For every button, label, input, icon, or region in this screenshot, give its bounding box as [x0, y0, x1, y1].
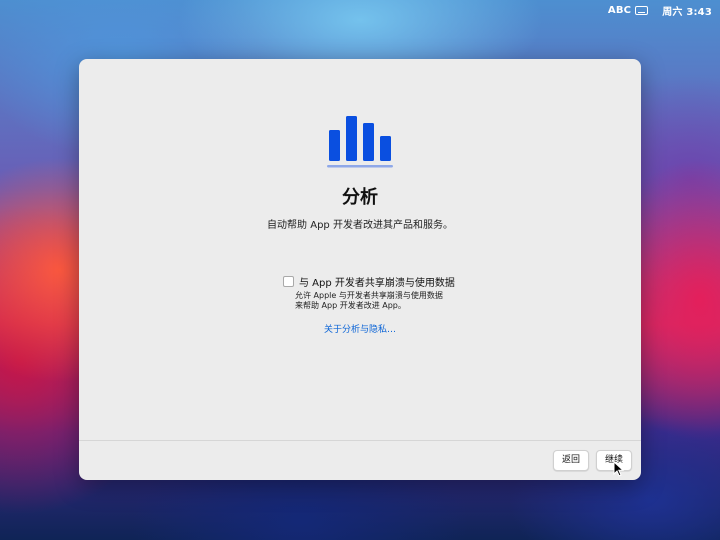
back-button[interactable]: 返回 — [553, 450, 589, 471]
footer-divider — [79, 440, 641, 441]
share-data-description-line1: 允许 Apple 与开发者共享崩溃与使用数据 — [295, 291, 443, 300]
privacy-link[interactable]: 关于分析与隐私… — [79, 322, 641, 335]
desktop-wallpaper: ABC 周六 3:43 分析 自动帮助 App 开发者改进其产品和服务。 与 A… — [0, 0, 720, 540]
share-data-checkbox[interactable] — [283, 276, 294, 287]
share-data-description-line2: 来帮助 App 开发者改进 App。 — [295, 301, 406, 310]
analytics-bar-chart-icon — [327, 116, 393, 168]
share-data-option[interactable]: 与 App 开发者共享崩溃与使用数据 — [283, 274, 455, 289]
share-data-description: 允许 Apple 与开发者共享崩溃与使用数据 来帮助 App 开发者改进 App… — [295, 291, 475, 311]
mouse-pointer-icon — [613, 461, 625, 477]
input-source-menu[interactable]: ABC — [607, 4, 649, 16]
setup-assistant-window: 分析 自动帮助 App 开发者改进其产品和服务。 与 App 开发者共享崩溃与使… — [79, 59, 641, 480]
keyboard-icon — [635, 5, 649, 15]
page-subtitle: 自动帮助 App 开发者改进其产品和服务。 — [267, 220, 453, 231]
page-title: 分析 — [342, 187, 378, 208]
input-source-label: ABC — [607, 4, 632, 16]
menu-bar: ABC 周六 3:43 — [0, 0, 720, 20]
menubar-clock[interactable]: 周六 3:43 — [662, 3, 712, 18]
share-data-label[interactable]: 与 App 开发者共享崩溃与使用数据 — [299, 274, 455, 289]
